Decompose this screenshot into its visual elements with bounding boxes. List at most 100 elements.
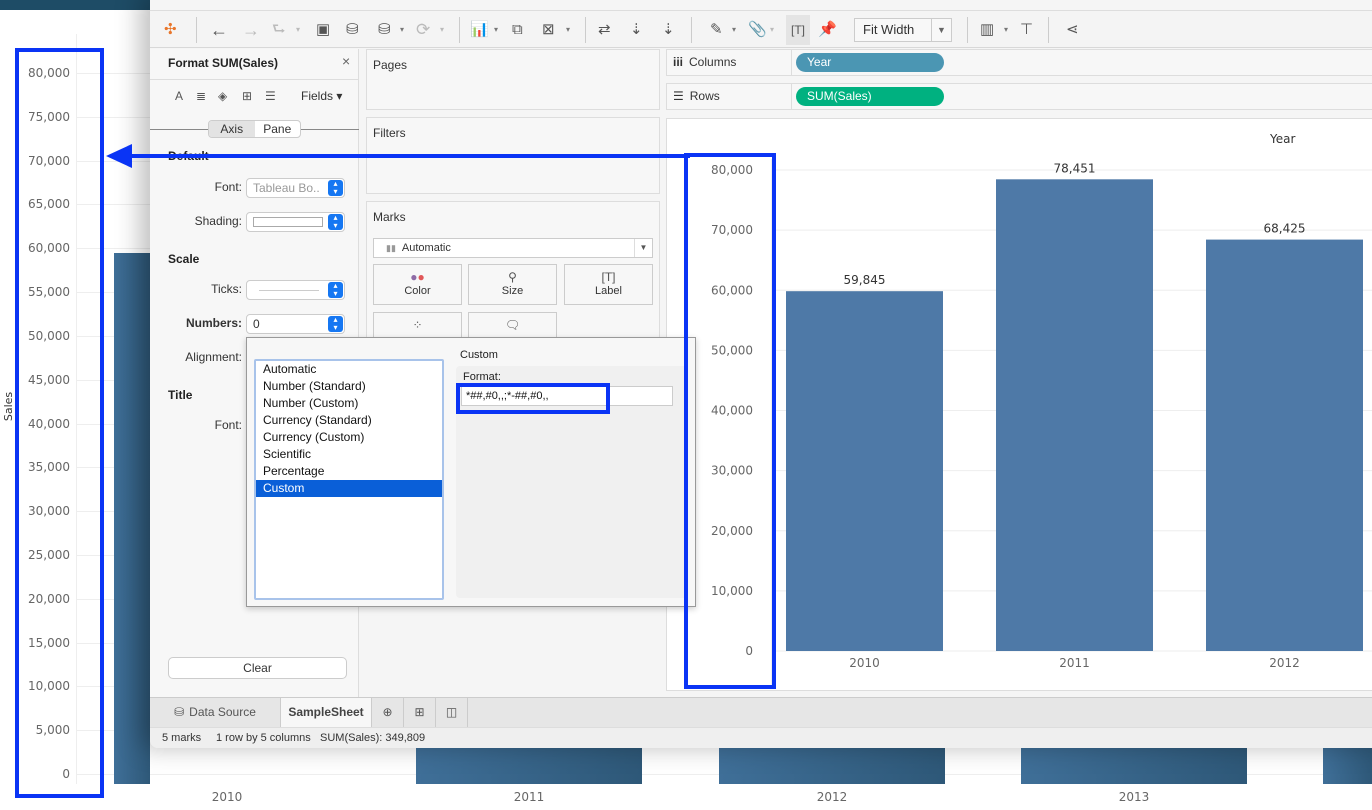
annotate-caret-icon[interactable]: ▾ <box>770 20 774 40</box>
alignment-label: Alignment: <box>185 350 242 364</box>
number-format-popup: Automatic Number (Standard) Number (Custom… <box>246 337 696 607</box>
format-option[interactable]: Percentage <box>256 463 442 480</box>
toolbar: ✣ ← → ⮑ ▾ ▣ ⛁ ⛁ ▾ ⟳ ▾ 📊 ▾ ⧉ ⊠ ▾ ⇄ ⇣ ⇣ ✎ … <box>150 10 1372 48</box>
sort-descending-icon[interactable]: ⇣ <box>662 20 675 40</box>
bar-2011[interactable] <box>996 179 1153 651</box>
annotate-icon[interactable]: 📎 <box>748 20 767 40</box>
new-dashboard-icon[interactable]: ⊞ <box>404 698 436 728</box>
format-alignment-icon[interactable]: ≣ <box>196 89 206 103</box>
sort-ascending-icon[interactable]: ⇣ <box>630 20 643 40</box>
tooltip-icon: 🗨 <box>504 318 521 332</box>
fit-width-dropdown[interactable]: Fit Width ▼ <box>854 18 952 42</box>
new-worksheet-caret-icon[interactable]: ▾ <box>494 20 498 40</box>
highlight-box-format-input <box>456 383 610 414</box>
pin-icon[interactable]: 📌 <box>818 20 837 40</box>
shading-select[interactable]: ▴ ▾ <box>246 212 345 232</box>
filters-label: Filters <box>373 126 406 140</box>
format-font-icon[interactable]: A <box>175 89 183 103</box>
pause-datasource-icon[interactable]: ⛁ <box>378 20 391 40</box>
number-format-list[interactable]: Automatic Number (Standard) Number (Custom… <box>254 359 444 600</box>
ticks-select[interactable]: ▴ ▾ <box>246 280 345 300</box>
numbers-select[interactable]: 0 ▴ ▾ <box>246 314 345 334</box>
bar-2010[interactable] <box>786 291 943 651</box>
marks-label: Marks <box>373 210 406 224</box>
format-option[interactable]: Currency (Custom) <box>256 429 442 446</box>
size-button[interactable]: ⚲ Size <box>468 264 557 305</box>
format-option[interactable]: Number (Custom) <box>256 395 442 412</box>
format-lines-icon[interactable]: ☰ <box>265 89 276 103</box>
tab-data-source[interactable]: ⛁ Data Source <box>150 698 281 728</box>
redo-caret-icon[interactable]: ▾ <box>296 20 300 40</box>
redo-icon[interactable]: ⮑ <box>272 20 286 40</box>
format-borders-icon[interactable]: ⊞ <box>242 89 252 103</box>
stepper-icon: ▴ ▾ <box>328 282 343 298</box>
format-panel-title: Format SUM(Sales) <box>168 56 279 70</box>
highlight-box-view-axis <box>684 153 776 689</box>
year-pill[interactable]: Year <box>796 53 944 72</box>
rows-shelf: ☰ Rows SUM(Sales) <box>666 83 1372 110</box>
highlight-icon[interactable]: ✎ <box>710 20 723 40</box>
bar-2012[interactable] <box>1206 239 1363 651</box>
new-story-icon[interactable]: ◫ <box>436 698 468 728</box>
share-icon[interactable]: ⋖ <box>1066 20 1079 40</box>
background-bar <box>416 748 642 784</box>
mark-type-dropdown[interactable]: ▮▮ Automatic ▼ <box>373 238 653 258</box>
new-worksheet-icon[interactable]: ⊕ <box>372 698 404 728</box>
tab-pane[interactable]: Pane <box>255 121 301 137</box>
toolbar-separator <box>691 17 692 43</box>
fields-dropdown[interactable]: Fields ▾ <box>301 89 342 103</box>
format-option[interactable]: Currency (Standard) <box>256 412 442 429</box>
highlight-caret-icon[interactable]: ▾ <box>732 20 736 40</box>
x-tick-label: 2010 <box>849 656 880 670</box>
columns-text: Columns <box>689 55 737 69</box>
sum-sales-pill[interactable]: SUM(Sales) <box>796 87 944 106</box>
format-option[interactable]: Custom <box>256 480 442 497</box>
back-icon[interactable]: ← <box>210 20 228 40</box>
tab-samplesheet[interactable]: SampleSheet <box>281 698 372 728</box>
shading-swatch <box>253 217 323 227</box>
data-source-label: Data Source <box>189 705 256 719</box>
format-shading-icon[interactable]: ◈ <box>218 89 227 103</box>
divider <box>150 79 359 80</box>
section-scale: Scale <box>168 252 200 266</box>
clear-sheet-caret-icon[interactable]: ▾ <box>566 20 570 40</box>
refresh-icon[interactable]: ⟳ <box>416 20 430 40</box>
tableau-logo-icon[interactable]: ✣ <box>164 20 177 40</box>
swap-icon[interactable]: ⇄ <box>598 20 611 40</box>
stepper-icon: ▴ ▾ <box>328 316 343 332</box>
toolbar-separator <box>459 17 460 43</box>
new-worksheet-icon[interactable]: 📊 <box>470 20 489 40</box>
refresh-caret-icon[interactable]: ▾ <box>440 20 444 40</box>
font-value: Tableau Bo.. <box>253 181 320 195</box>
font-label: Font: <box>214 180 242 194</box>
background-bar <box>1323 748 1372 784</box>
status-sum: SUM(Sales): 349,809 <box>320 732 426 744</box>
new-datasource-icon[interactable]: ⛁ <box>346 20 359 40</box>
ticks-label: Ticks: <box>211 282 242 296</box>
save-icon[interactable]: ▣ <box>316 20 330 40</box>
show-labels-icon[interactable]: [T] <box>786 15 810 45</box>
fit-width-value: Fit Width <box>863 22 915 37</box>
duplicate-sheet-icon[interactable]: ⧉ <box>512 20 523 40</box>
close-icon[interactable]: × <box>342 53 350 69</box>
format-option[interactable]: Automatic <box>256 361 442 378</box>
toolbar-separator <box>1048 17 1049 43</box>
label-button[interactable]: [T] Label <box>564 264 653 305</box>
font-select[interactable]: Tableau Bo.. ▴ ▾ <box>246 178 345 198</box>
forward-icon[interactable]: → <box>242 20 260 40</box>
presentation-icon[interactable]: ⊤ <box>1020 20 1033 40</box>
pause-caret-icon[interactable]: ▾ <box>400 20 404 40</box>
annotation-arrow-head-icon <box>106 144 132 168</box>
status-bar: 5 marks 1 row by 5 columns SUM(Sales): 3… <box>150 727 1372 748</box>
show-me-icon[interactable]: ▥ <box>980 20 994 40</box>
show-me-caret-icon[interactable]: ▾ <box>1004 20 1008 40</box>
format-option[interactable]: Number (Standard) <box>256 378 442 395</box>
tab-axis[interactable]: Axis <box>209 121 255 137</box>
clear-button[interactable]: Clear <box>168 657 347 679</box>
format-option[interactable]: Scientific <box>256 446 442 463</box>
chevron-down-icon: ▼ <box>931 19 951 41</box>
background-x-label: 2012 <box>816 790 848 804</box>
color-button[interactable]: ●● Color <box>373 264 462 305</box>
toolbar-separator <box>585 17 586 43</box>
clear-sheet-icon[interactable]: ⊠ <box>542 20 555 40</box>
